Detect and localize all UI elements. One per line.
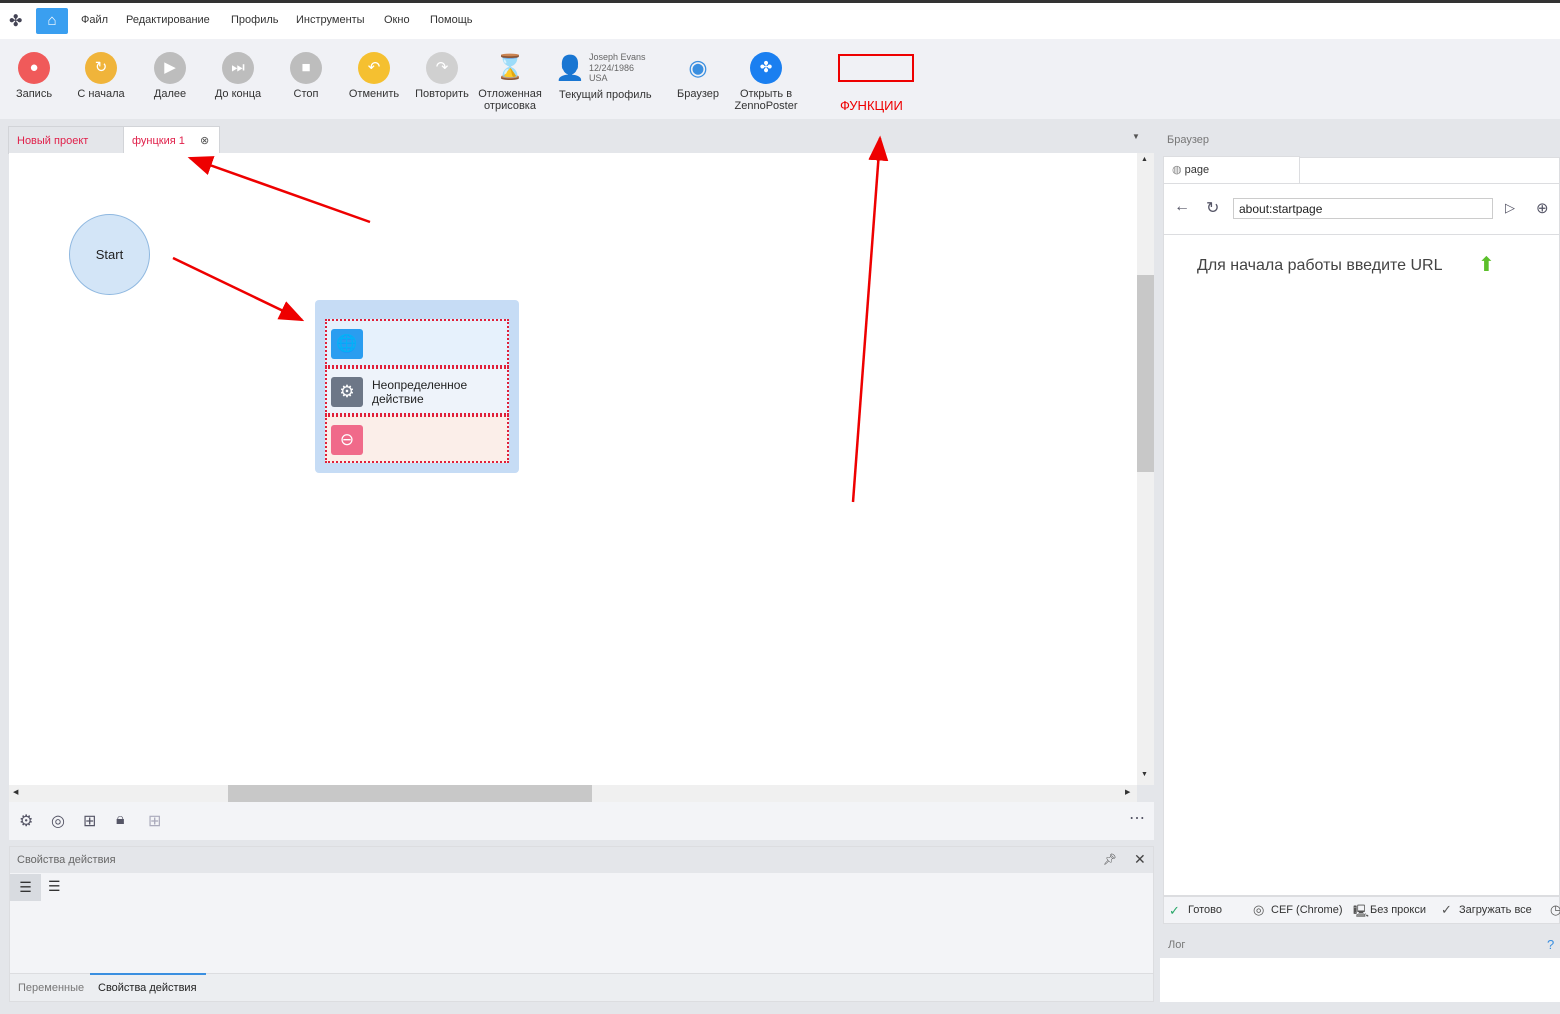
action-label: Неопределенное действие <box>372 378 468 406</box>
avatar: 👤 <box>555 55 585 82</box>
back-icon[interactable]: ← <box>1174 198 1190 216</box>
deferred-label: Отложенная отрисовка <box>478 88 542 112</box>
arrow-up-icon: ⬆ <box>1478 254 1495 276</box>
profile-dob: 12/24/1986 <box>589 62 635 73</box>
start-node[interactable]: Start <box>69 214 150 295</box>
properties-view-icon[interactable]: ☰ <box>10 874 41 901</box>
menu-file[interactable]: Файл <box>81 14 108 26</box>
document-tabs: Новый проект фунцкия 1 ⊗ ▼ <box>8 126 1154 154</box>
eye-icon: ◉ <box>688 55 708 80</box>
log-title: Лог <box>1168 939 1186 951</box>
action-properties-panel: Свойства действия 📌︎ ✕ ☰ ☰ Переменные Св… <box>9 846 1154 1002</box>
horizontal-scrollbar[interactable]: ◀ ▶ <box>9 785 1137 802</box>
add-icon[interactable]: ⊞ <box>148 811 161 831</box>
tab-label: Новый проект <box>17 135 89 147</box>
user-icon[interactable]: ◎ <box>51 811 65 831</box>
navigate-action[interactable]: 🌐 <box>325 319 509 367</box>
zennoposter-icon: ✤ <box>750 52 782 84</box>
status-proxy[interactable]: Без прокси <box>1370 904 1426 916</box>
network-icon: 🖳 <box>1353 904 1370 918</box>
edit-list-icon[interactable]: ☰ <box>48 878 61 895</box>
reload-icon[interactable]: ↻ <box>1206 198 1219 218</box>
help-icon[interactable]: ? <box>1547 937 1554 952</box>
undefined-action[interactable]: ⚙ Неопределенное действие <box>325 367 509 415</box>
restart-icon: ↻ <box>85 52 117 84</box>
vertical-scrollbar[interactable]: ▲ ▼ <box>1137 153 1154 785</box>
gear-icon: ⚙ <box>331 377 363 407</box>
hourglass-icon: ⌛ <box>495 54 525 81</box>
open-zennoposter-label: Открыть в ZennoPoster <box>734 88 798 112</box>
globe-icon: 🌐 <box>331 329 363 359</box>
open-zennoposter-button[interactable]: ✤ Открыть в ZennoPoster <box>726 52 806 112</box>
add-tab-icon[interactable]: ⊕ <box>1536 199 1549 217</box>
url-input[interactable]: about:startpage <box>1233 198 1493 219</box>
restart-label: С начала <box>77 88 125 100</box>
menu-window[interactable]: Окно <box>384 14 410 26</box>
log-area <box>1160 958 1560 1002</box>
menu-tools[interactable]: Инструменты <box>296 14 365 26</box>
scroll-thumb[interactable] <box>228 785 592 802</box>
lock-icon[interactable]: 🔒︎ <box>116 811 125 829</box>
panel-title: Браузер <box>1167 134 1209 146</box>
browser-tab-page[interactable]: ◍ page <box>1163 156 1300 184</box>
start-label: Start <box>95 247 124 262</box>
more-icon[interactable]: ⋯ <box>1129 808 1145 828</box>
stop-icon: ■ <box>290 52 322 84</box>
toolbar: ● Запись ↻ С начала ▶ Далее ⏭ До конца ■ Стоп… <box>0 39 1560 119</box>
tab-variables[interactable]: Переменные <box>18 982 84 994</box>
tab-new-project[interactable]: Новый проект <box>8 126 124 154</box>
status-ready: Готово <box>1188 904 1222 916</box>
annotation-label: ФУНКЦИИ <box>840 98 903 113</box>
globe-icon: ◍ <box>1172 164 1182 176</box>
tab-label: page <box>1184 164 1210 176</box>
grid-icon[interactable]: ⊞ <box>83 811 96 831</box>
scroll-right-icon[interactable]: ▶ <box>1125 788 1130 796</box>
start-hint: Для начала работы введите URL <box>1197 257 1443 274</box>
play-icon: ▶ <box>154 52 186 84</box>
tab-function-1[interactable]: фунцкия 1 ⊗ <box>123 126 220 154</box>
menu-profile[interactable]: Профиль <box>231 14 279 26</box>
toggle-action[interactable]: ⊖ <box>325 415 509 463</box>
scroll-down-icon[interactable]: ▼ <box>1141 771 1148 778</box>
tab-label: фунцкия 1 <box>132 135 185 147</box>
restart-button[interactable]: ↻ С начала <box>61 52 141 100</box>
toggle-icon: ⊖ <box>331 425 363 455</box>
settings-icon[interactable]: ⚙ <box>19 811 33 831</box>
menu-help[interactable]: Помощь <box>430 14 473 26</box>
check-icon: ✓ <box>1441 902 1452 917</box>
record-icon: ● <box>18 52 50 84</box>
go-icon[interactable]: ▷ <box>1505 200 1515 216</box>
profile-country: USA <box>589 73 608 83</box>
current-profile-button[interactable]: 👤 Joseph Evans 12/24/1986 USA Текущий пр… <box>555 52 655 107</box>
scroll-up-icon[interactable]: ▲ <box>1141 156 1148 163</box>
tab-action-properties[interactable]: Свойства действия <box>98 982 197 994</box>
skip-end-icon: ⏭ <box>222 52 254 84</box>
pin-icon[interactable]: 📌︎ <box>1103 853 1117 866</box>
menu-edit[interactable]: Редактирование <box>126 14 210 26</box>
menu-bar: ✤ ⌂ Файл Редактирование Профиль Инструме… <box>0 3 1560 39</box>
action-group[interactable]: 🌐 ⚙ Неопределенное действие ⊖ <box>315 300 519 473</box>
status-engine[interactable]: CEF (Chrome) <box>1271 904 1343 916</box>
status-load-all[interactable]: Загружать все <box>1459 904 1532 916</box>
chrome-icon: ◎ <box>1253 902 1265 917</box>
home-button[interactable]: ⌂ <box>36 8 68 34</box>
clock-icon[interactable]: ◷ <box>1550 902 1560 918</box>
redo-icon: ↷ <box>426 52 458 84</box>
scroll-left-icon[interactable]: ◀ <box>13 788 18 796</box>
close-tab-icon[interactable]: ⊗ <box>200 127 209 155</box>
canvas-tools: ⚙ ◎ ⊞ 🔒︎ ⊞ ⋯ <box>9 802 1154 840</box>
deferred-render-button[interactable]: ⌛ Отложенная отрисовка <box>470 52 550 112</box>
browser-panel: Браузер ◍ page ← ↻ about:startpage ▷ ⊕ Д… <box>1160 126 1560 1002</box>
scroll-thumb[interactable] <box>1137 275 1154 472</box>
undo-icon: ↶ <box>358 52 390 84</box>
close-icon[interactable]: ✕ <box>1134 851 1146 868</box>
panel-title: Свойства действия <box>17 854 116 866</box>
tabs-dropdown-icon[interactable]: ▼ <box>1132 132 1140 141</box>
annotation-box <box>838 54 914 82</box>
profile-label: Текущий профиль <box>559 89 652 101</box>
profile-name: Joseph Evans <box>589 52 646 62</box>
project-canvas[interactable]: Start 🌐 ⚙ Неопределенное действие ⊖ <box>9 153 1137 785</box>
check-circle-icon: ✓ <box>1169 903 1180 918</box>
app-logo-icon: ✤ <box>9 13 23 30</box>
